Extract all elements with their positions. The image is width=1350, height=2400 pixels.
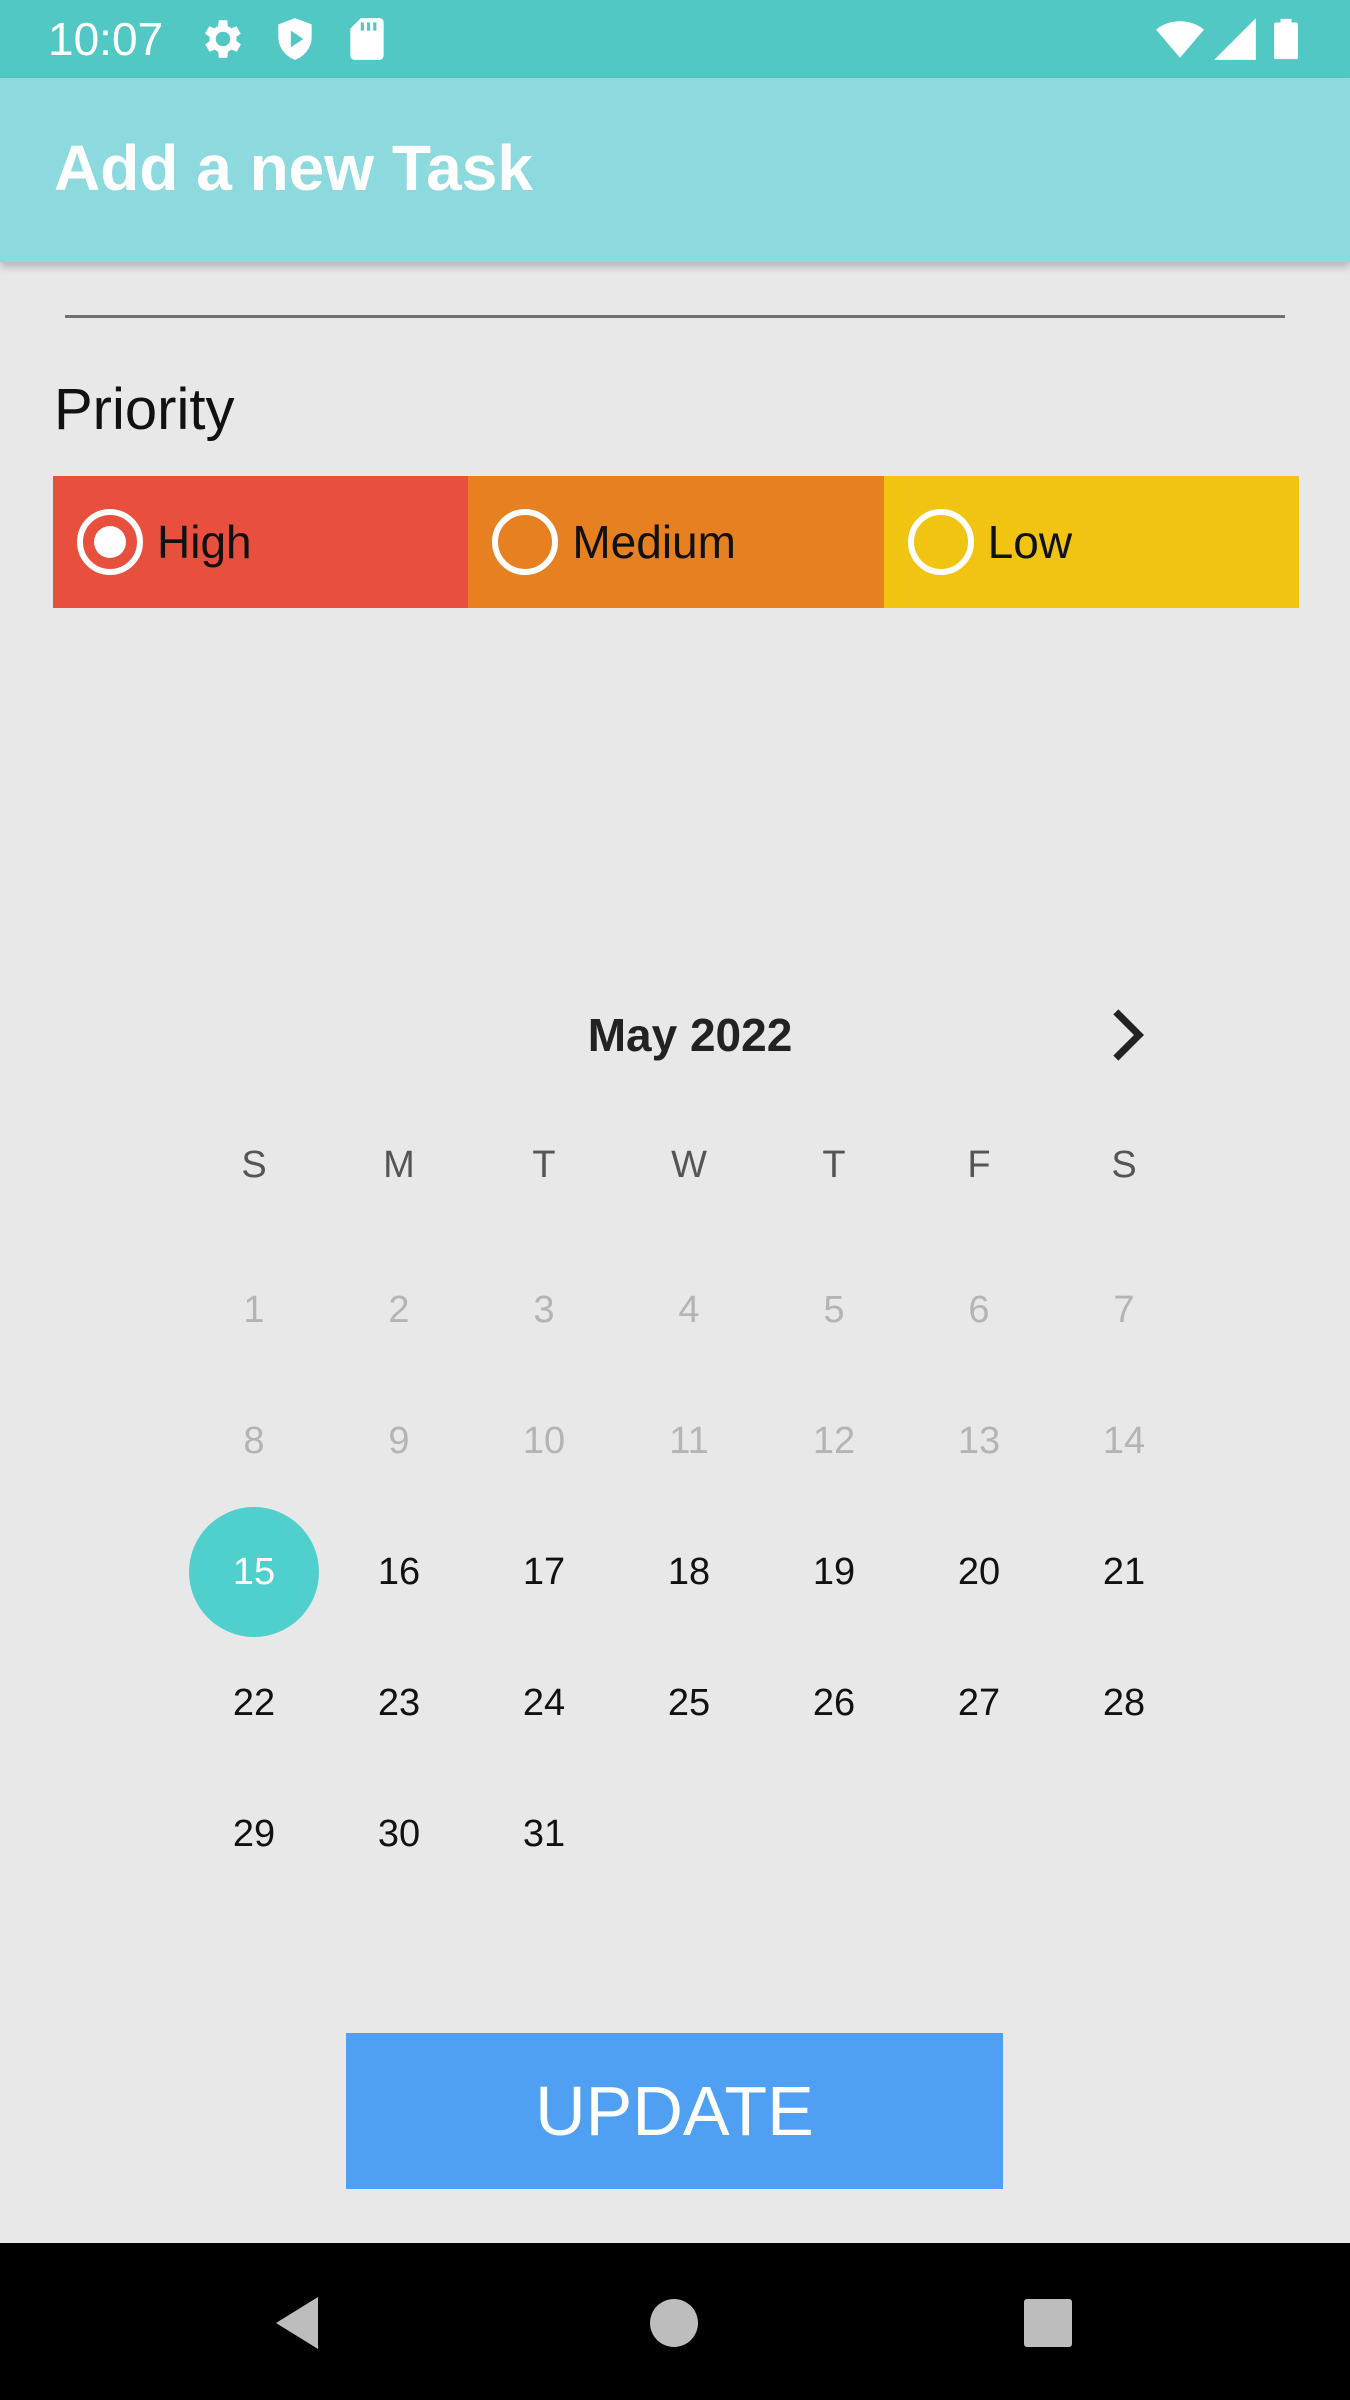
- calendar-day: 3: [533, 1289, 555, 1331]
- priority-label: Priority: [54, 377, 235, 442]
- calendar-day[interactable]: 23: [334, 1638, 464, 1768]
- calendar-day: 10: [522, 1420, 566, 1462]
- calendar-day[interactable]: 30: [334, 1769, 464, 1899]
- status-time: 10:07: [48, 13, 164, 65]
- calendar-day: 4: [678, 1289, 700, 1331]
- weekday-label: M: [383, 1144, 415, 1186]
- radio-checked-icon[interactable]: [75, 507, 145, 577]
- priority-radio-group: High Medium Low: [53, 476, 1299, 608]
- update-button[interactable]: UPDATE: [346, 2033, 1003, 2189]
- priority-option-label: Low: [987, 516, 1073, 568]
- weekday-label: T: [822, 1144, 846, 1186]
- calendar-day: 7: [1113, 1289, 1135, 1331]
- calendar-day[interactable]: 28: [1059, 1638, 1189, 1768]
- calendar-day: 5: [823, 1289, 845, 1331]
- date-picker-calendar: May 2022 SMTWTFS 1 2 3 4 5 6 7 8 9 10 11 12 13 14 15 16…: [0, 980, 1350, 1880]
- recents-icon[interactable]: [1012, 2287, 1084, 2359]
- calendar-day: 13: [957, 1420, 1001, 1462]
- calendar-day: 2: [388, 1289, 410, 1331]
- priority-option-label: Medium: [572, 516, 736, 568]
- calendar-day[interactable]: 27: [914, 1638, 1044, 1768]
- calendar-day: 8: [243, 1420, 265, 1462]
- calendar-day[interactable]: 16: [334, 1507, 464, 1637]
- calendar-day[interactable]: 17: [479, 1507, 609, 1637]
- back-icon[interactable]: [262, 2287, 334, 2359]
- calendar-day: 6: [968, 1289, 990, 1331]
- calendar-day-selected[interactable]: 15: [189, 1507, 319, 1637]
- navigation-bar: [0, 2243, 1350, 2400]
- calendar-day[interactable]: 21: [1059, 1507, 1189, 1637]
- cell-signal-icon: [1214, 18, 1256, 60]
- page-title: Add a new Task: [54, 132, 533, 204]
- calendar-day[interactable]: 25: [624, 1638, 754, 1768]
- priority-option-label: High: [157, 516, 252, 568]
- calendar-day[interactable]: 19: [769, 1507, 899, 1637]
- weekday-label: F: [967, 1144, 991, 1186]
- calendar-day[interactable]: 26: [769, 1638, 899, 1768]
- priority-option-high[interactable]: High: [53, 476, 469, 608]
- calendar-day[interactable]: 18: [624, 1507, 754, 1637]
- calendar-day: 9: [388, 1420, 410, 1462]
- status-bar: 10:07: [0, 0, 1350, 78]
- battery-icon: [1274, 18, 1298, 60]
- priority-option-low[interactable]: Low: [883, 476, 1299, 608]
- home-icon[interactable]: [638, 2287, 710, 2359]
- calendar-day: 1: [243, 1289, 265, 1331]
- shield-icon: [278, 18, 312, 60]
- weekday-label: T: [532, 1144, 556, 1186]
- app-bar: Add a new Task: [0, 78, 1350, 262]
- task-title-input-underline[interactable]: [65, 315, 1285, 318]
- radio-unchecked-icon[interactable]: [490, 507, 560, 577]
- weekday-label: S: [1111, 1144, 1137, 1186]
- radio-unchecked-icon[interactable]: [906, 507, 976, 577]
- calendar-day: 14: [1102, 1420, 1146, 1462]
- calendar-day: 12: [812, 1420, 856, 1462]
- calendar-day[interactable]: 20: [914, 1507, 1044, 1637]
- calendar-day[interactable]: 24: [479, 1638, 609, 1768]
- chevron-right-icon[interactable]: [1095, 1002, 1161, 1068]
- calendar-day[interactable]: 22: [189, 1638, 319, 1768]
- priority-option-medium[interactable]: Medium: [468, 476, 884, 608]
- weekday-label: S: [241, 1144, 267, 1186]
- gear-icon: [205, 20, 241, 58]
- sd-card-icon: [350, 18, 384, 60]
- weekday-label: W: [671, 1144, 707, 1186]
- calendar-day: 11: [669, 1420, 709, 1462]
- calendar-day[interactable]: 29: [189, 1769, 319, 1899]
- wifi-icon: [1156, 21, 1204, 58]
- calendar-day[interactable]: 31: [479, 1769, 609, 1899]
